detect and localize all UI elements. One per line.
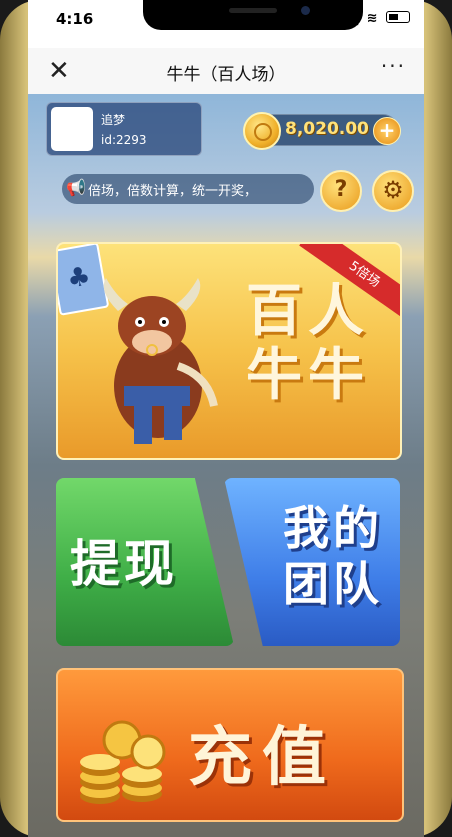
status-time: 4:16 [56,10,94,28]
screen: 4:16 ▂▄▆ ≋ ✕ 牛牛（百人场） ··· 追梦 id:2293 8,02… [28,0,424,837]
help-button[interactable]: ? [320,170,362,212]
add-coins-button[interactable]: + [373,117,401,145]
user-name: 追梦 [101,113,126,127]
page-title: 牛牛（百人场） [166,65,286,85]
game-lobby: 追梦 id:2293 8,020.00 + 📢 倍场，倍数计算，统一开奖， ? … [28,94,424,837]
recharge-label: 充值 [188,721,336,795]
my-team-button[interactable]: 我的 团队 [224,478,400,646]
bull-mascot-icon [103,278,218,444]
avatar [51,107,93,151]
coin-stack-icon [80,720,166,804]
nav-bar: ✕ 牛牛（百人场） ··· [28,48,424,95]
user-profile[interactable]: 追梦 id:2293 [46,102,202,156]
gear-icon: ⚙ [382,176,404,204]
megaphone-icon: 📢 [66,178,86,197]
battery-icon [386,11,410,23]
coin-balance: 8,020.00 + [243,112,401,150]
withdraw-button[interactable]: 提现 [56,478,234,646]
notch [143,0,363,30]
more-icon[interactable]: ··· [381,54,406,78]
notice-text: 倍场，倍数计算，统一开奖， [88,184,258,199]
withdraw-label: 提现 [70,535,178,593]
user-id: id:2293 [101,133,147,147]
my-team-label: 我的 团队 [283,501,383,611]
settings-button[interactable]: ⚙ [372,170,414,212]
camera [301,6,310,15]
game-banner-100-player-niuniu[interactable]: ♣ 5倍场 百人 牛牛 [56,242,402,460]
banner-title: 百人 牛牛 [246,279,370,408]
recharge-button[interactable]: 充值 [56,668,404,822]
speaker [229,8,277,13]
question-icon: ? [334,177,348,202]
notice-marquee: 📢 倍场，倍数计算，统一开奖， [62,174,314,204]
coin-icon [243,112,281,150]
balance-value: 8,020.00 [285,119,369,139]
